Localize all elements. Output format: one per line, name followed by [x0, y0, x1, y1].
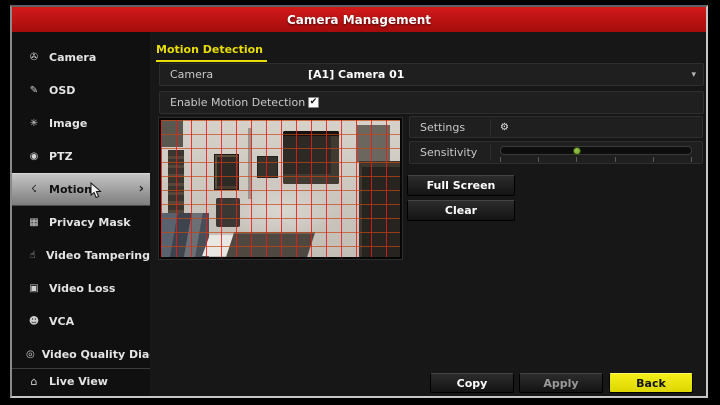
camera-preview[interactable]	[159, 118, 402, 259]
sidebar-item-live-view[interactable]: ⌂ Live View	[12, 369, 150, 394]
video-quality-icon: ◎	[26, 349, 35, 360]
sidebar-item-label: Image	[49, 117, 87, 130]
camera-icon: ✇	[26, 52, 42, 63]
sidebar-item-vca[interactable]: ☻ VCA	[12, 305, 150, 338]
title-bar: Camera Management	[12, 7, 706, 32]
apply-button[interactable]: Apply	[519, 373, 603, 393]
main-content: Motion Detection Camera [A1] Camera 01 ▾…	[150, 32, 706, 396]
video-tampering-icon: ☝	[26, 250, 39, 261]
column-divider	[490, 119, 491, 135]
sidebar-item-label: Live View	[49, 375, 108, 388]
sidebar-item-label: Privacy Mask	[49, 216, 131, 229]
privacy-mask-icon: ▦	[26, 217, 42, 228]
sensitivity-slider[interactable]	[500, 146, 692, 155]
enable-motion-checkbox[interactable]: ✔	[308, 97, 319, 108]
gear-icon[interactable]: ⚙	[500, 122, 509, 133]
sidebar-item-label: Motion	[49, 183, 92, 196]
camera-select-row[interactable]: Camera [A1] Camera 01 ▾	[159, 63, 704, 86]
sidebar-item-image[interactable]: ✳ Image	[12, 107, 150, 140]
sidebar-item-label: PTZ	[49, 150, 73, 163]
tick-mark	[653, 157, 654, 162]
screen: Camera Management ✇ Camera ✎ OSD ✳ Image…	[0, 0, 720, 405]
osd-icon: ✎	[26, 85, 42, 96]
motion-icon: ☇	[26, 184, 42, 195]
sidebar-item-osd[interactable]: ✎ OSD	[12, 74, 150, 107]
copy-button[interactable]: Copy	[430, 373, 514, 393]
tick-mark	[576, 157, 577, 162]
chevron-right-icon: ›	[139, 181, 144, 196]
tick-mark	[538, 157, 539, 162]
tick-mark	[615, 157, 616, 162]
sensitivity-row: Sensitivity	[409, 141, 703, 164]
sidebar: ✇ Camera ✎ OSD ✳ Image ◉ PTZ ☇ Motion ›	[12, 32, 150, 396]
video-loss-icon: ▣	[26, 283, 42, 294]
full-screen-button[interactable]: Full Screen	[407, 175, 515, 196]
settings-row: Settings ⚙	[409, 116, 703, 138]
tick-mark	[691, 157, 692, 162]
enable-motion-row: Enable Motion Detection ✔	[159, 91, 704, 114]
checkmark-icon: ✔	[310, 98, 318, 107]
vca-icon: ☻	[26, 316, 42, 327]
sidebar-item-video-quality[interactable]: ◎ Video Quality Diagn...	[12, 338, 150, 371]
window-title: Camera Management	[287, 13, 431, 27]
clear-button[interactable]: Clear	[407, 200, 515, 221]
camera-value: [A1] Camera 01	[308, 68, 404, 81]
sidebar-item-label: Camera	[49, 51, 96, 64]
sidebar-item-ptz[interactable]: ◉ PTZ	[12, 140, 150, 173]
sidebar-item-camera[interactable]: ✇ Camera	[12, 41, 150, 74]
home-icon: ⌂	[26, 375, 42, 388]
camera-label: Camera	[160, 68, 308, 81]
chevron-down-icon: ▾	[691, 70, 696, 80]
sidebar-item-label: VCA	[49, 315, 74, 328]
enable-motion-label: Enable Motion Detection	[160, 96, 308, 109]
mouse-cursor-icon	[90, 182, 103, 199]
sensitivity-ticks	[500, 157, 692, 162]
sidebar-item-video-tampering[interactable]: ☝ Video Tampering	[12, 239, 150, 272]
camera-management-window: Camera Management ✇ Camera ✎ OSD ✳ Image…	[10, 5, 708, 398]
sensitivity-label: Sensitivity	[410, 146, 490, 159]
settings-label: Settings	[410, 121, 490, 134]
sensitivity-thumb[interactable]	[573, 147, 581, 155]
tab-motion-detection[interactable]: Motion Detection	[156, 43, 267, 62]
sidebar-item-motion[interactable]: ☇ Motion ›	[12, 173, 150, 206]
image-icon: ✳	[26, 118, 42, 129]
motion-detection-grid[interactable]	[161, 120, 400, 257]
back-button[interactable]: Back	[609, 373, 693, 393]
sidebar-item-privacy-mask[interactable]: ▦ Privacy Mask	[12, 206, 150, 239]
ptz-icon: ◉	[26, 151, 42, 162]
sidebar-item-label: Video Loss	[49, 282, 115, 295]
sidebar-item-label: OSD	[49, 84, 75, 97]
sidebar-item-label: Video Tampering	[46, 249, 150, 262]
column-divider	[490, 144, 491, 161]
sidebar-item-video-loss[interactable]: ▣ Video Loss	[12, 272, 150, 305]
tick-mark	[500, 157, 501, 162]
